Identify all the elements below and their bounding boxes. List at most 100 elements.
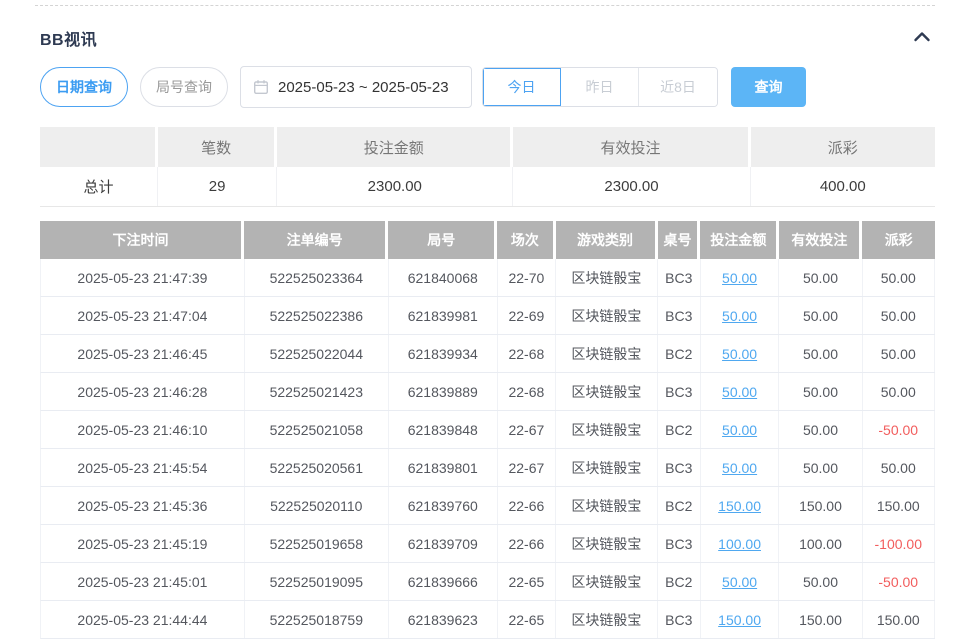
bet-id: 522525021423 bbox=[245, 373, 389, 410]
bet-id: 522525019658 bbox=[245, 525, 389, 562]
date-range-input[interactable]: 2025-05-23 ~ 2025-05-23 bbox=[240, 66, 472, 108]
table-no: BC3 bbox=[658, 601, 701, 638]
round-id: 621839709 bbox=[389, 525, 498, 562]
payout: 50.00 bbox=[863, 259, 935, 296]
game-type: 区块链骰宝 bbox=[556, 259, 658, 296]
valid-bet: 50.00 bbox=[779, 563, 862, 600]
quick-range-option-0[interactable]: 今日 bbox=[483, 68, 561, 106]
table-header-cell: 局号 bbox=[388, 221, 497, 259]
chevron-up-icon bbox=[913, 29, 931, 47]
quick-range-group: 今日昨日近8日 bbox=[482, 67, 718, 107]
round-id: 621839623 bbox=[389, 601, 498, 638]
table-body: 2025-05-23 21:47:39522525023364621840068… bbox=[40, 259, 935, 639]
bet-id: 522525018759 bbox=[245, 601, 389, 638]
table-no: BC2 bbox=[658, 335, 701, 372]
quick-range-option-1[interactable]: 昨日 bbox=[561, 68, 639, 106]
round-id: 621840068 bbox=[389, 259, 498, 296]
payout: -50.00 bbox=[863, 411, 935, 448]
game-type: 区块链骰宝 bbox=[556, 373, 658, 410]
table-row: 2025-05-23 21:44:44522525018759621839623… bbox=[40, 601, 935, 639]
date-query-tab[interactable]: 日期查询 bbox=[40, 67, 128, 107]
session: 22-68 bbox=[498, 335, 556, 372]
valid-bet: 50.00 bbox=[779, 449, 862, 486]
bet-time: 2025-05-23 21:45:19 bbox=[41, 525, 245, 562]
summary-payout: 400.00 bbox=[751, 167, 935, 206]
valid-bet: 100.00 bbox=[779, 525, 862, 562]
panel-header: BB视讯 bbox=[40, 26, 935, 50]
summary-header-cell: 派彩 bbox=[751, 127, 935, 167]
table-header-cell: 桌号 bbox=[658, 221, 701, 259]
quick-range-option-2[interactable]: 近8日 bbox=[639, 68, 717, 106]
search-button[interactable]: 查询 bbox=[731, 67, 806, 107]
session: 22-66 bbox=[498, 525, 556, 562]
date-range-value: 2025-05-23 ~ 2025-05-23 bbox=[278, 79, 449, 96]
bet-id: 522525019095 bbox=[245, 563, 389, 600]
payout: 50.00 bbox=[863, 449, 935, 486]
table-header-cell: 投注金额 bbox=[700, 221, 779, 259]
bet-amount-link[interactable]: 150.00 bbox=[701, 601, 780, 638]
bet-id: 522525023364 bbox=[245, 259, 389, 296]
table-no: BC2 bbox=[658, 487, 701, 524]
session: 22-67 bbox=[498, 411, 556, 448]
valid-bet: 50.00 bbox=[779, 259, 862, 296]
bet-amount-link[interactable]: 50.00 bbox=[701, 411, 780, 448]
valid-bet: 50.00 bbox=[779, 297, 862, 334]
collapse-button[interactable] bbox=[909, 27, 935, 49]
table-no: BC3 bbox=[658, 449, 701, 486]
valid-bet: 50.00 bbox=[779, 373, 862, 410]
table-row: 2025-05-23 21:47:39522525023364621840068… bbox=[40, 259, 935, 297]
summary-total-row: 总计 29 2300.00 2300.00 400.00 bbox=[40, 167, 935, 207]
bet-amount-link[interactable]: 150.00 bbox=[701, 487, 780, 524]
session: 22-65 bbox=[498, 601, 556, 638]
bet-time: 2025-05-23 21:45:36 bbox=[41, 487, 245, 524]
bet-id: 522525020110 bbox=[245, 487, 389, 524]
payout: 150.00 bbox=[863, 487, 935, 524]
session: 22-65 bbox=[498, 563, 556, 600]
valid-bet: 50.00 bbox=[779, 411, 862, 448]
valid-bet: 150.00 bbox=[779, 487, 862, 524]
bet-amount-link[interactable]: 100.00 bbox=[701, 525, 780, 562]
game-type: 区块链骰宝 bbox=[556, 411, 658, 448]
session: 22-68 bbox=[498, 373, 556, 410]
round-id: 621839801 bbox=[389, 449, 498, 486]
bet-amount-link[interactable]: 50.00 bbox=[701, 335, 780, 372]
session: 22-69 bbox=[498, 297, 556, 334]
table-row: 2025-05-23 21:45:01522525019095621839666… bbox=[40, 563, 935, 601]
bet-amount-link[interactable]: 50.00 bbox=[701, 563, 780, 600]
summary-valid-bet: 2300.00 bbox=[513, 167, 750, 206]
table-header-row: 下注时间注单编号局号场次游戏类别桌号投注金额有效投注派彩 bbox=[40, 221, 935, 259]
bet-amount-link[interactable]: 50.00 bbox=[701, 373, 780, 410]
round-id: 621839934 bbox=[389, 335, 498, 372]
bet-time: 2025-05-23 21:44:44 bbox=[41, 601, 245, 638]
valid-bet: 150.00 bbox=[779, 601, 862, 638]
bet-id: 522525022044 bbox=[245, 335, 389, 372]
round-query-tab[interactable]: 局号查询 bbox=[140, 67, 228, 107]
table-no: BC3 bbox=[658, 373, 701, 410]
payout: 50.00 bbox=[863, 373, 935, 410]
bet-amount-link[interactable]: 50.00 bbox=[701, 259, 780, 296]
table-header-cell: 注单编号 bbox=[244, 221, 388, 259]
bet-amount-link[interactable]: 50.00 bbox=[701, 449, 780, 486]
bet-time: 2025-05-23 21:45:54 bbox=[41, 449, 245, 486]
game-type: 区块链骰宝 bbox=[556, 601, 658, 638]
payout: 50.00 bbox=[863, 297, 935, 334]
session: 22-67 bbox=[498, 449, 556, 486]
summary-header-cell: 有效投注 bbox=[513, 127, 750, 167]
table-row: 2025-05-23 21:46:28522525021423621839889… bbox=[40, 373, 935, 411]
filter-bar: 日期查询 局号查询 2025-05-23 ~ 2025-05-23 今日昨日近8… bbox=[40, 66, 935, 108]
table-no: BC3 bbox=[658, 259, 701, 296]
round-id: 621839848 bbox=[389, 411, 498, 448]
bet-amount-link[interactable]: 50.00 bbox=[701, 297, 780, 334]
payout: -50.00 bbox=[863, 563, 935, 600]
panel-title: BB视讯 bbox=[40, 26, 97, 50]
session: 22-70 bbox=[498, 259, 556, 296]
table-no: BC3 bbox=[658, 525, 701, 562]
table-no: BC3 bbox=[658, 297, 701, 334]
bet-time: 2025-05-23 21:47:04 bbox=[41, 297, 245, 334]
bet-time: 2025-05-23 21:46:10 bbox=[41, 411, 245, 448]
summary-header-row: 笔数投注金额有效投注派彩 bbox=[40, 127, 935, 167]
table-row: 2025-05-23 21:45:19522525019658621839709… bbox=[40, 525, 935, 563]
bet-time: 2025-05-23 21:47:39 bbox=[41, 259, 245, 296]
round-id: 621839760 bbox=[389, 487, 498, 524]
records-table: 下注时间注单编号局号场次游戏类别桌号投注金额有效投注派彩 2025-05-23 … bbox=[40, 221, 935, 639]
